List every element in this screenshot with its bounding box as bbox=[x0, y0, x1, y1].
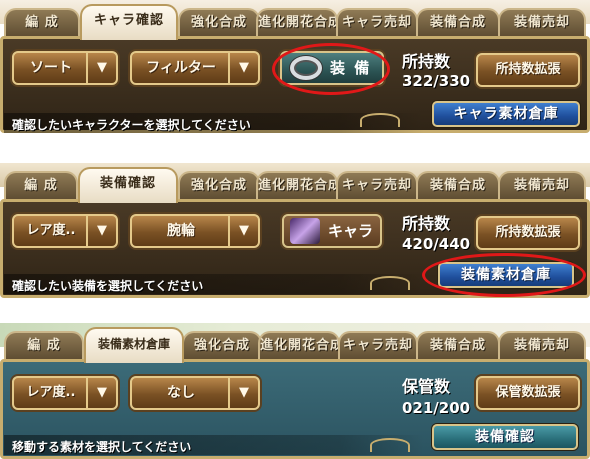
tab-equip-fusion[interactable]: 装備合成 bbox=[416, 8, 500, 38]
instruction-text: 確認したい装備を選択してください bbox=[12, 279, 204, 293]
tab-equip-sell[interactable]: 装備売却 bbox=[498, 171, 586, 201]
chara-button[interactable]: キャラ bbox=[282, 214, 382, 248]
tab-equip-material-storage[interactable]: 装備素材倉庫 bbox=[84, 327, 184, 363]
storage-count-label: 保管数 bbox=[402, 377, 451, 396]
category-label: 腕輪 bbox=[167, 223, 195, 239]
owned-count-value: 420/440 bbox=[402, 235, 471, 253]
tab-chara-sell[interactable]: キャラ売却 bbox=[336, 8, 418, 38]
equip-button[interactable]: 装 備 bbox=[280, 51, 384, 85]
tab-equip-sell[interactable]: 装備売却 bbox=[498, 8, 586, 38]
category-label: なし bbox=[167, 385, 195, 401]
sort-label: ソート bbox=[30, 60, 72, 76]
chevron-down-icon: ▼ bbox=[86, 216, 116, 246]
instruction-text: 確認したいキャラクターを選択してください bbox=[12, 118, 251, 132]
owned-count-label: 所持数 bbox=[402, 52, 451, 71]
equip-confirm-panel: 編 成 装備確認 強化合成 進化開花合成 キャラ売却 装備合成 装備売却 レア度… bbox=[0, 163, 590, 298]
tab-formation[interactable]: 編 成 bbox=[4, 8, 80, 38]
tab-enhance[interactable]: 強化合成 bbox=[178, 171, 260, 201]
tab-enhance[interactable]: 強化合成 bbox=[182, 331, 262, 361]
tab-enhance[interactable]: 強化合成 bbox=[178, 8, 260, 38]
character-portrait-icon bbox=[290, 218, 320, 244]
chevron-down-icon: ▼ bbox=[228, 53, 258, 83]
tab-equip-confirm[interactable]: 装備確認 bbox=[78, 167, 178, 203]
filter-dropdown[interactable]: フィルター ▼ bbox=[130, 51, 260, 85]
chevron-down-icon: ▼ bbox=[86, 53, 116, 83]
tab-chara-sell[interactable]: キャラ売却 bbox=[338, 331, 418, 361]
chara-button-label: キャラ bbox=[328, 222, 374, 240]
tab-evolve[interactable]: 進化開花合成 bbox=[256, 8, 338, 38]
ornament-swirl bbox=[370, 438, 410, 452]
tab-bar: 編 成 キャラ確認 強化合成 進化開花合成 キャラ売却 装備合成 装備売却 bbox=[0, 2, 590, 40]
tab-equip-fusion[interactable]: 装備合成 bbox=[416, 331, 500, 361]
filter-label: フィルター bbox=[146, 60, 216, 76]
instruction-text: 移動する素材を選択してください bbox=[12, 440, 192, 454]
chevron-down-icon: ▼ bbox=[228, 216, 258, 246]
tab-evolve[interactable]: 進化開花合成 bbox=[258, 331, 340, 361]
storage-count-value: 021/200 bbox=[402, 399, 471, 417]
rarity-label: レア度.. bbox=[26, 223, 76, 238]
ornament-swirl bbox=[370, 276, 410, 290]
owned-count-label: 所持数 bbox=[402, 214, 451, 233]
tab-formation[interactable]: 編 成 bbox=[4, 331, 84, 361]
rarity-dropdown[interactable]: レア度.. ▼ bbox=[12, 376, 118, 410]
tab-evolve[interactable]: 進化開花合成 bbox=[256, 171, 338, 201]
equip-material-storage-button[interactable]: 装備素材倉庫 bbox=[438, 262, 574, 288]
category-dropdown[interactable]: なし ▼ bbox=[130, 376, 260, 410]
rarity-label: レア度.. bbox=[26, 385, 76, 400]
chevron-down-icon: ▼ bbox=[228, 378, 258, 408]
chevron-down-icon: ▼ bbox=[86, 378, 116, 408]
rarity-dropdown[interactable]: レア度.. ▼ bbox=[12, 214, 118, 248]
equip-confirm-button[interactable]: 装備確認 bbox=[432, 424, 578, 450]
ring-icon bbox=[290, 56, 322, 80]
tab-chara-sell[interactable]: キャラ売却 bbox=[336, 171, 418, 201]
equip-button-label: 装 備 bbox=[330, 59, 372, 77]
ornament-swirl bbox=[360, 113, 400, 127]
chara-confirm-panel: 編 成 キャラ確認 強化合成 進化開花合成 キャラ売却 装備合成 装備売却 ソー… bbox=[0, 0, 590, 133]
expand-capacity-button[interactable]: 所持数拡張 bbox=[476, 216, 580, 250]
tab-equip-sell[interactable]: 装備売却 bbox=[498, 331, 586, 361]
chara-material-storage-button[interactable]: キャラ素材倉庫 bbox=[432, 101, 580, 127]
expand-capacity-button[interactable]: 所持数拡張 bbox=[476, 53, 580, 87]
tab-bar: 編 成 装備素材倉庫 強化合成 進化開花合成 キャラ売却 装備合成 装備売却 bbox=[0, 325, 590, 363]
tab-bar: 編 成 装備確認 強化合成 進化開花合成 キャラ売却 装備合成 装備売却 bbox=[0, 165, 590, 203]
equip-material-storage-panel: 編 成 装備素材倉庫 強化合成 進化開花合成 キャラ売却 装備合成 装備売却 レ… bbox=[0, 323, 590, 459]
tab-chara-confirm[interactable]: キャラ確認 bbox=[80, 4, 178, 40]
owned-count-value: 322/330 bbox=[402, 72, 471, 90]
tab-equip-fusion[interactable]: 装備合成 bbox=[416, 171, 500, 201]
sort-dropdown[interactable]: ソート ▼ bbox=[12, 51, 118, 85]
tab-formation[interactable]: 編 成 bbox=[4, 171, 78, 201]
expand-storage-button[interactable]: 保管数拡張 bbox=[476, 376, 580, 410]
category-dropdown[interactable]: 腕輪 ▼ bbox=[130, 214, 260, 248]
